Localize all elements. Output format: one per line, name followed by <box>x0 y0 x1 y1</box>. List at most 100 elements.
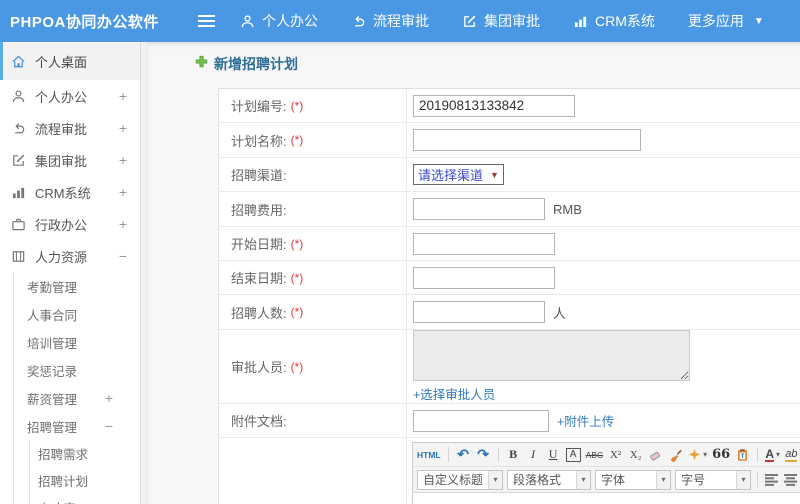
person-icon <box>240 14 255 29</box>
sidebar-item-human-resources[interactable]: 人力资源 − <box>0 240 140 272</box>
expand-icon[interactable]: + <box>105 390 113 406</box>
highlight-color-button[interactable]: ab▾ <box>785 446 800 464</box>
quick-format-icon[interactable]: ▾ <box>688 446 707 464</box>
html-source-button[interactable]: HTML <box>417 446 441 464</box>
format-brush-icon[interactable] <box>668 446 683 464</box>
app-logo: PHPOA协同办公软件 <box>10 14 159 31</box>
top-nav: 个人办公 流程审批 集团审批 CRM系统 更多应用 ▼ <box>240 0 764 42</box>
expand-icon[interactable]: + <box>119 184 127 200</box>
form-row-attachment: 附件文档: +附件上传 <box>219 404 800 438</box>
bar-chart-icon <box>10 184 26 200</box>
plan-number-input[interactable] <box>413 94 575 117</box>
subscript-button[interactable]: X₂ <box>628 446 643 464</box>
form-row-end-date: 结束日期: (*) <box>219 261 800 295</box>
attachment-upload-link[interactable]: +附件上传 <box>557 411 614 430</box>
custom-title-select[interactable]: 自定义标题 ▾ <box>417 469 503 490</box>
end-date-input[interactable] <box>413 266 555 289</box>
form-row-plan-name: 计划名称: (*) <box>219 123 800 158</box>
workflow-icon <box>10 120 26 136</box>
approvers-textarea[interactable] <box>413 330 690 381</box>
attachment-input[interactable] <box>413 409 549 432</box>
editor-content-area[interactable] <box>413 493 800 504</box>
required-mark: (*) <box>290 359 304 374</box>
italic-button[interactable]: I <box>526 446 541 464</box>
person-icon <box>10 88 26 104</box>
sidebar-item-personal-office[interactable]: 个人办公 + <box>0 80 140 112</box>
expand-icon[interactable]: + <box>119 120 127 136</box>
sidebar-item-recruit-plan[interactable]: 招聘计划 <box>0 467 140 494</box>
expand-icon[interactable]: + <box>119 152 127 168</box>
sidebar-item-personal-desktop[interactable]: 个人桌面 <box>0 42 140 80</box>
eraser-icon[interactable] <box>648 446 663 464</box>
font-family-select[interactable]: 字体 ▾ <box>595 469 671 490</box>
sidebar-item-recruit-mgmt[interactable]: 招聘管理 − <box>0 412 140 440</box>
dropdown-arrow-icon: ▾ <box>656 470 670 489</box>
sidebar-gutter <box>141 42 148 504</box>
headcount-input[interactable] <box>413 301 545 323</box>
main-content: 新增招聘计划 计划编号:(*) 计划名称:(*) 招聘渠道: 请选择渠道 ▼ <box>148 42 800 504</box>
home-icon <box>10 53 26 69</box>
svg-text:T: T <box>741 452 745 459</box>
strikethrough-button[interactable]: ABC <box>586 446 603 464</box>
sidebar-item-rewards[interactable]: 奖惩记录 <box>0 356 140 384</box>
align-center-icon[interactable] <box>783 471 798 489</box>
sidebar-item-attendance[interactable]: 考勤管理 <box>0 272 140 300</box>
sidebar-item-recruit-demand[interactable]: 招聘需求 <box>0 440 140 467</box>
plan-name-input[interactable] <box>413 129 641 151</box>
rich-text-editor: HTML ↶ ↷ B I U A ABC X² X₂ ▾ 66 T A ▾ ab… <box>412 442 800 504</box>
workflow-icon <box>351 14 366 29</box>
nav-crm-system[interactable]: CRM系统 <box>573 11 655 31</box>
underline-button[interactable]: U <box>546 446 561 464</box>
form-row-channel: 招聘渠道: 请选择渠道 ▼ <box>219 158 800 192</box>
sidebar-item-crm-system[interactable]: CRM系统 + <box>0 176 140 208</box>
hr-book-icon <box>10 248 26 264</box>
channel-select[interactable]: 请选择渠道 ▼ <box>413 164 504 185</box>
paste-text-icon[interactable]: T <box>735 446 750 464</box>
edit-icon <box>10 152 26 168</box>
editor-toolbar-row2: 自定义标题 ▾ 段落格式 ▾ 字体 ▾ 字号 ▾ <box>413 467 800 493</box>
unit-label: RMB <box>553 201 582 217</box>
select-approvers-link[interactable]: +选择审批人员 <box>413 384 495 403</box>
required-mark: (*) <box>290 98 304 113</box>
paragraph-format-select[interactable]: 段落格式 ▾ <box>507 469 591 490</box>
expand-icon[interactable]: + <box>119 88 127 104</box>
sidebar-item-salary[interactable]: 薪资管理 + <box>0 384 140 412</box>
bar-chart-icon <box>573 14 588 29</box>
menu-icon[interactable] <box>198 15 215 17</box>
nav-workflow-approval[interactable]: 流程审批 <box>351 11 429 31</box>
sidebar-item-workflow-approval[interactable]: 流程审批 + <box>0 112 140 144</box>
autotypeset-button[interactable]: A <box>565 447 581 462</box>
sidebar-item-talent-pool[interactable]: 人才库 <box>0 494 140 504</box>
dropdown-arrow-icon: ▾ <box>488 470 502 489</box>
font-color-button[interactable]: A ▾ <box>765 446 780 464</box>
align-left-icon[interactable] <box>764 471 779 489</box>
nav-group-approval[interactable]: 集团审批 <box>462 11 540 31</box>
nav-personal-office[interactable]: 个人办公 <box>240 11 318 31</box>
sidebar-item-group-approval[interactable]: 集团审批 + <box>0 144 140 176</box>
blockquote-button[interactable]: 66 <box>712 446 730 464</box>
top-bar: PHPOA协同办公软件 个人办公 流程审批 集团审批 CRM系统 更多应用 ▼ <box>0 0 800 42</box>
collapse-icon[interactable]: − <box>105 418 113 434</box>
sidebar-item-training[interactable]: 培训管理 <box>0 328 140 356</box>
font-size-select[interactable]: 字号 ▾ <box>675 469 751 490</box>
undo-button[interactable]: ↶ <box>456 446 471 464</box>
add-plus-icon <box>195 55 208 73</box>
caret-down-icon: ▼ <box>753 15 764 27</box>
redo-button[interactable]: ↷ <box>476 446 491 464</box>
cost-input[interactable] <box>413 198 545 220</box>
bold-button[interactable]: B <box>506 446 521 464</box>
recruit-plan-form: 计划编号:(*) 计划名称:(*) 招聘渠道: 请选择渠道 ▼ <box>218 88 800 504</box>
nav-more-apps[interactable]: 更多应用 ▼ <box>688 11 764 31</box>
dropdown-arrow-icon: ▾ <box>576 470 590 489</box>
form-row-start-date: 开始日期: (*) <box>219 227 800 261</box>
sidebar-item-admin-office[interactable]: 行政办公 + <box>0 208 140 240</box>
required-mark: (*) <box>290 305 304 319</box>
unit-label: 人 <box>553 305 567 321</box>
editor-toolbar-row1: HTML ↶ ↷ B I U A ABC X² X₂ ▾ 66 T A ▾ ab <box>413 443 800 467</box>
collapse-icon[interactable]: − <box>119 248 127 264</box>
start-date-input[interactable] <box>413 232 555 255</box>
sidebar-item-hr-contract[interactable]: 人事合同 <box>0 300 140 328</box>
expand-icon[interactable]: + <box>119 216 127 232</box>
superscript-button[interactable]: X² <box>608 446 623 464</box>
form-row-headcount: 招聘人数: (*) 人 <box>219 295 800 330</box>
